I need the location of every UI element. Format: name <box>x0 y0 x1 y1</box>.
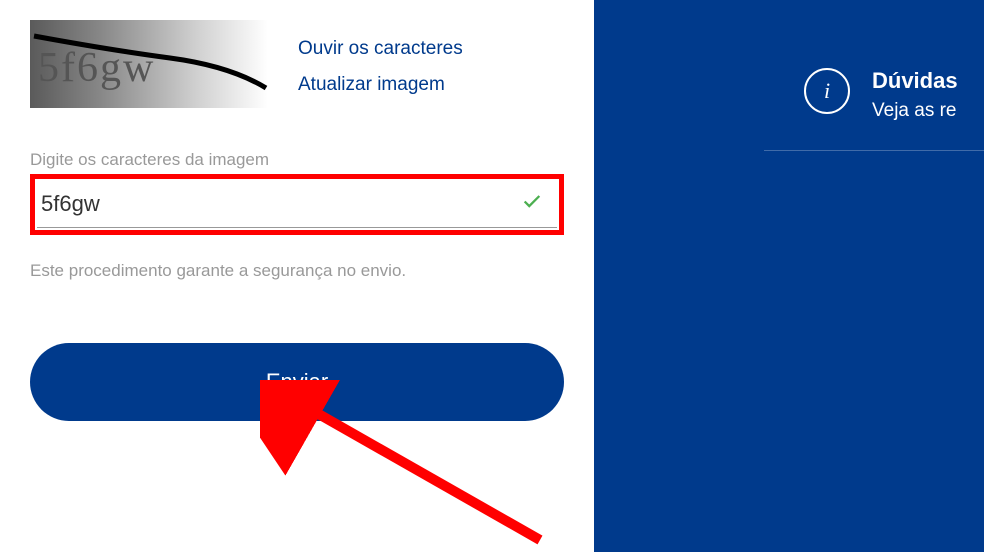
sidebar-info-title: Dúvidas <box>872 68 958 94</box>
captcha-input-highlight <box>30 174 564 235</box>
submit-button[interactable]: Enviar <box>30 343 564 421</box>
sidebar-panel: i Dúvidas Veja as re <box>594 0 984 552</box>
checkmark-icon <box>521 190 543 219</box>
sidebar-info-row[interactable]: i Dúvidas Veja as re <box>764 0 984 151</box>
captcha-form-panel: 5f6gw Ouvir os caracteres Atualizar imag… <box>0 0 594 552</box>
captcha-row: 5f6gw Ouvir os caracteres Atualizar imag… <box>30 20 564 108</box>
captcha-input-label: Digite os caracteres da imagem <box>30 150 564 170</box>
captcha-links: Ouvir os caracteres Atualizar imagem <box>298 20 463 96</box>
sidebar-info-text: Dúvidas Veja as re <box>872 68 958 122</box>
refresh-captcha-link[interactable]: Atualizar imagem <box>298 74 463 96</box>
captcha-input-section: Digite os caracteres da imagem Este proc… <box>30 150 564 281</box>
captcha-image: 5f6gw <box>30 20 268 108</box>
captcha-help-text: Este procedimento garante a segurança no… <box>30 261 564 281</box>
info-icon: i <box>804 68 850 114</box>
listen-captcha-link[interactable]: Ouvir os caracteres <box>298 38 463 60</box>
captcha-image-text: 5f6gw <box>38 44 155 92</box>
sidebar-info-subtitle: Veja as re <box>872 100 958 122</box>
captcha-input[interactable] <box>37 181 557 228</box>
